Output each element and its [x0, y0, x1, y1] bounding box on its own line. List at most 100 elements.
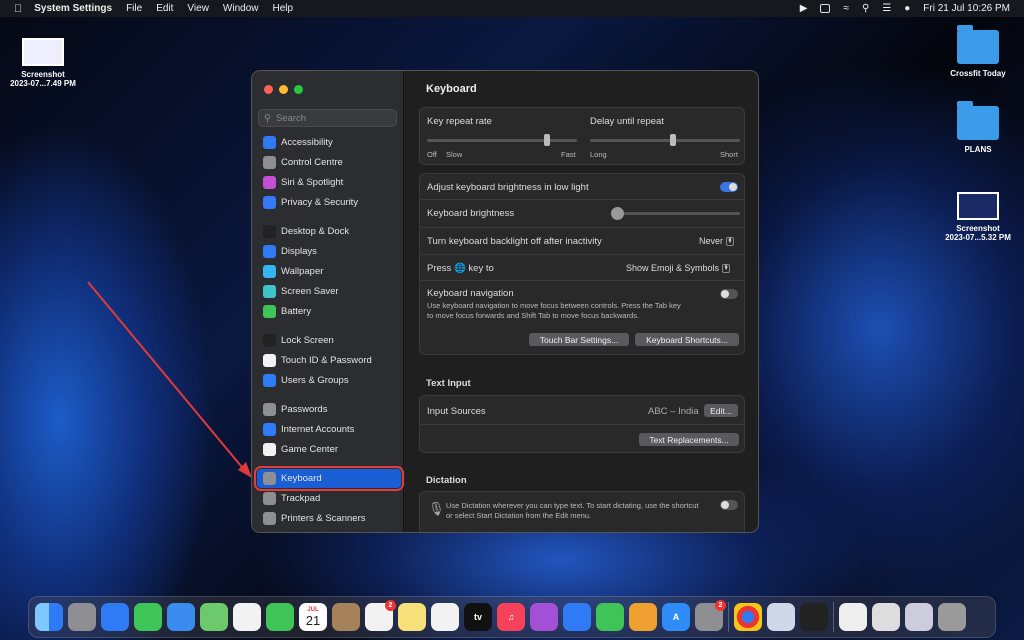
sidebar-item-displays[interactable]: Displays: [257, 242, 401, 261]
sidebar-item-label: Battery: [281, 306, 312, 317]
keyboard-navigation-description-1: Use keyboard navigation to move focus be…: [427, 301, 681, 310]
sidebar-item-passwords[interactable]: Passwords: [257, 400, 401, 419]
sidebar-item-internet-accounts[interactable]: Internet Accounts: [257, 420, 401, 439]
wifi-icon[interactable]: ≈: [843, 3, 849, 14]
apple-tv-icon[interactable]: tv: [464, 603, 492, 631]
keyboard-settings-pane: Keyboard Key repeat rate Delay until rep…: [405, 71, 758, 532]
menu-window[interactable]: Window: [223, 3, 259, 14]
voice-memos-icon[interactable]: [800, 603, 828, 631]
menu-edit[interactable]: Edit: [156, 3, 173, 14]
sidebar-item-lock-screen[interactable]: Lock Screen: [257, 331, 401, 350]
desktop-screenshot-file-1[interactable]: Screenshot 2023-07...7.49 PM: [0, 38, 91, 88]
maps-icon[interactable]: [200, 603, 228, 631]
key-repeat-rate-knob[interactable]: [544, 134, 550, 146]
sidebar-item-game-center[interactable]: Game Center: [257, 440, 401, 459]
system-settings-icon[interactable]: 2: [695, 600, 726, 631]
input-sources-edit-button[interactable]: Edit...: [704, 404, 738, 417]
music-icon[interactable]: ♫: [497, 603, 525, 631]
search-input[interactable]: ⚲ Search: [258, 109, 397, 127]
safari-icon[interactable]: [101, 603, 129, 631]
screenshots-stack-icon[interactable]: [905, 603, 933, 631]
trash-icon[interactable]: [938, 603, 966, 631]
preview-icon[interactable]: [767, 603, 795, 631]
sidebar-item-screen-saver[interactable]: Screen Saver: [257, 282, 401, 301]
keyboard-brightness-knob[interactable]: [611, 207, 624, 220]
sidebar-item-siri-spotlight[interactable]: Siri & Spotlight: [257, 173, 401, 192]
delay-until-repeat-knob[interactable]: [669, 134, 676, 146]
text-replacements-button[interactable]: Text Replacements...: [639, 433, 739, 446]
menu-app-name[interactable]: System Settings: [34, 3, 112, 14]
delay-until-repeat-slider[interactable]: [590, 139, 740, 142]
folder-icon: [957, 25, 999, 64]
keynote-icon[interactable]: [563, 603, 591, 631]
minimize-window-button[interactable]: [279, 85, 288, 94]
apple-menu-icon[interactable]: : [14, 3, 22, 15]
key-repeat-rate-slider[interactable]: [427, 139, 577, 142]
keyboard-shortcuts-button[interactable]: Keyboard Shortcuts...: [635, 333, 739, 346]
keyboard-navigation-toggle[interactable]: [720, 289, 738, 299]
reminders-icon[interactable]: 2: [365, 600, 396, 631]
accessibility-icon: [263, 136, 276, 149]
chrome-icon[interactable]: [734, 603, 762, 631]
backlight-off-select[interactable]: Never ▲ ▼: [699, 236, 735, 246]
play-icon[interactable]: ▶: [800, 3, 808, 14]
podcasts-icon[interactable]: [530, 603, 558, 631]
sidebar-item-users-groups[interactable]: Users & Groups: [257, 371, 401, 390]
spotlight-search-icon[interactable]: ⚲: [862, 3, 869, 14]
brightness-low-light-toggle[interactable]: [720, 182, 738, 192]
messages-icon[interactable]: [134, 603, 162, 631]
photos-icon[interactable]: [233, 603, 261, 631]
sidebar-item-desktop-dock[interactable]: Desktop & Dock: [257, 222, 401, 241]
sidebar-item-label: Displays: [281, 246, 317, 257]
facetime-icon[interactable]: [266, 603, 294, 631]
menubar-clock[interactable]: Fri 21 Jul 10:26 PM: [923, 3, 1010, 14]
menu-help[interactable]: Help: [273, 3, 294, 14]
desktop-folder-plans[interactable]: PLANS: [930, 101, 1024, 154]
contacts-icon[interactable]: [332, 603, 360, 631]
menu-file[interactable]: File: [126, 3, 142, 14]
battery-icon[interactable]: [820, 4, 831, 13]
mail-icon[interactable]: [167, 603, 195, 631]
calendar-icon[interactable]: JUL 21: [299, 603, 327, 631]
sidebar-item-privacy-security[interactable]: Privacy & Security: [257, 193, 401, 212]
backlight-off-value: Never: [699, 236, 724, 246]
press-key-select[interactable]: Show Emoji & Symbols ▲ ▼: [626, 263, 731, 273]
sidebar-item-battery[interactable]: Battery: [257, 302, 401, 321]
finder-icon[interactable]: [35, 603, 63, 631]
sidebar-item-accessibility[interactable]: Accessibility: [257, 133, 401, 152]
privacy-security-icon: [263, 196, 276, 209]
control-centre-icon: [263, 156, 276, 169]
lock-screen-icon: [263, 334, 276, 347]
downloads-stack-icon[interactable]: [872, 603, 900, 631]
notes-icon[interactable]: [398, 603, 426, 631]
sidebar-item-printers-scanners[interactable]: Printers & Scanners: [257, 509, 401, 528]
sidebar-item-control-centre[interactable]: Control Centre: [257, 153, 401, 172]
app-store-icon[interactable]: A: [662, 603, 690, 631]
dictation-toggle[interactable]: [720, 500, 738, 510]
close-window-button[interactable]: [264, 85, 273, 94]
zoom-window-button[interactable]: [294, 85, 303, 94]
keyboard-brightness-slider[interactable]: [615, 212, 740, 215]
sidebar-item-touch-id-password[interactable]: Touch ID & Password: [257, 351, 401, 370]
sidebar-item-wallpaper[interactable]: Wallpaper: [257, 262, 401, 281]
press-key-label: Press 🌐 key to: [427, 263, 494, 274]
freeform-icon[interactable]: [431, 603, 459, 631]
sidebar-item-keyboard[interactable]: Keyboard: [254, 466, 404, 491]
desktop-folder-crossfit[interactable]: Crossfit Today: [930, 25, 1024, 78]
game-center-icon: [263, 443, 276, 456]
pages-icon[interactable]: [629, 603, 657, 631]
sidebar-item-trackpad[interactable]: Trackpad: [257, 489, 401, 508]
press-key-value: Show Emoji & Symbols: [626, 263, 720, 273]
menu-view[interactable]: View: [187, 3, 209, 14]
siri-spotlight-icon: [263, 176, 276, 189]
control-centre-icon[interactable]: ☰: [882, 3, 891, 14]
numbers-icon[interactable]: [596, 603, 624, 631]
launchpad-icon[interactable]: [68, 603, 96, 631]
sidebar: ⚲ Search Accessibility Control Centre Siri…: [252, 71, 404, 532]
dock-separator: [833, 602, 834, 632]
screenshot-thumbnail-icon: [22, 38, 64, 66]
touch-bar-settings-button[interactable]: Touch Bar Settings...: [529, 333, 629, 346]
siri-icon[interactable]: ●: [904, 3, 910, 14]
desktop-screenshot-file-2[interactable]: Screenshot 2023-07...5.32 PM: [930, 192, 1024, 242]
recent-document-icon[interactable]: [839, 603, 867, 631]
